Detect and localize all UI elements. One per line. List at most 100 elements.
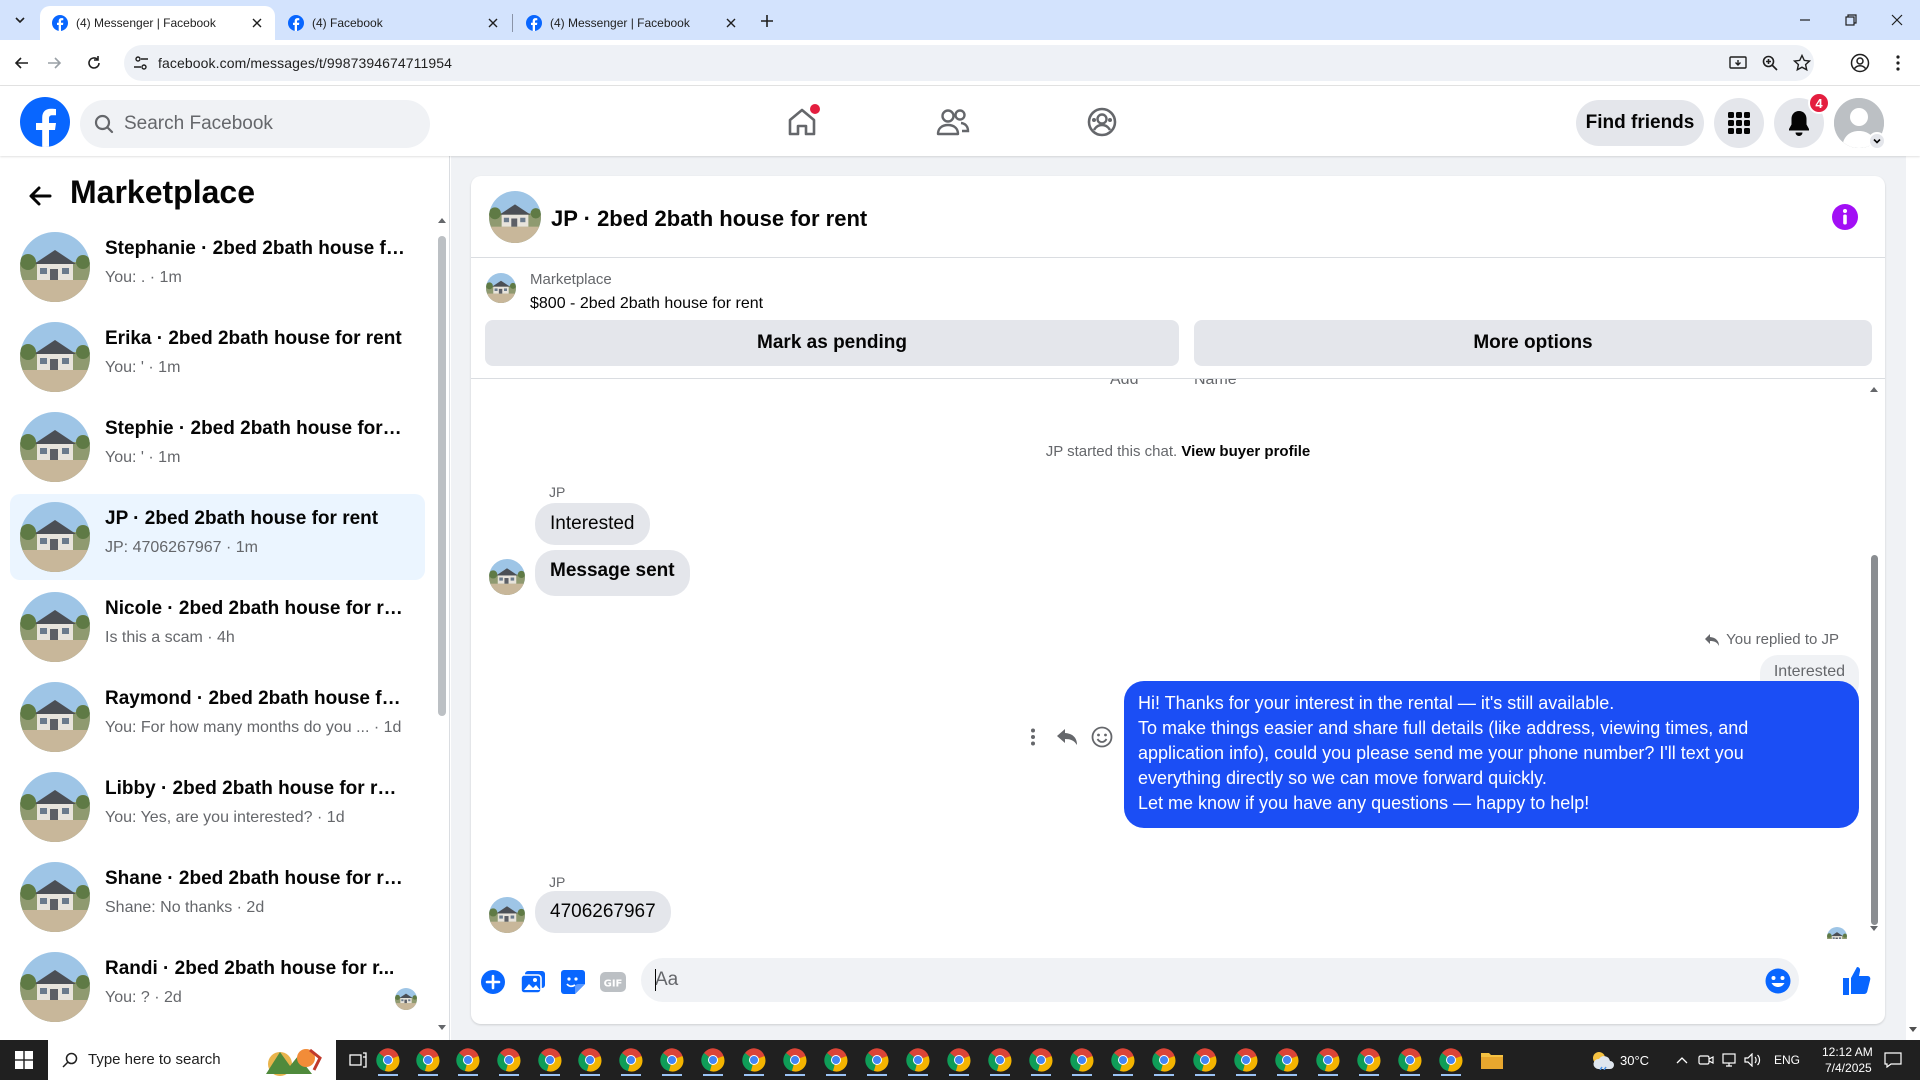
chrome-taskbar-icon[interactable] (370, 1044, 406, 1076)
minimize-window-button[interactable] (1782, 0, 1828, 40)
clock-time[interactable]: 12:12 AM (1822, 1045, 1873, 1059)
network-icon[interactable] (1720, 1053, 1738, 1067)
close-window-button[interactable] (1874, 0, 1920, 40)
nav-home[interactable] (747, 96, 857, 148)
find-friends-button[interactable]: Find friends (1576, 100, 1704, 146)
chrome-taskbar-icon[interactable] (695, 1044, 731, 1076)
clock-date[interactable]: 7/4/2025 (1825, 1061, 1872, 1075)
chrome-taskbar-icon[interactable] (1064, 1044, 1100, 1076)
chrome-taskbar-icon[interactable] (1228, 1044, 1264, 1076)
chrome-taskbar-icon[interactable] (654, 1044, 690, 1076)
chrome-taskbar-icon[interactable] (1351, 1044, 1387, 1076)
volume-icon[interactable] (1744, 1053, 1762, 1067)
message-reply-button[interactable] (1053, 723, 1081, 751)
gif-button[interactable]: GIF (599, 968, 627, 996)
nav-groups[interactable] (1047, 96, 1157, 148)
facebook-search-input[interactable] (124, 100, 414, 148)
zoom-icon[interactable] (1760, 53, 1780, 73)
conversation-item[interactable]: Stephanie · 2bed 2bath house fo... You: .… (10, 224, 425, 310)
chrome-taskbar-icon[interactable] (1433, 1044, 1469, 1076)
browser-tab-facebook[interactable]: (4) Facebook (276, 6, 511, 40)
conversation-item[interactable]: Stephie · 2bed 2bath house for r... You: … (10, 404, 425, 490)
reload-button[interactable] (80, 49, 108, 77)
chrome-taskbar-icon[interactable] (491, 1044, 527, 1076)
meet-now-icon[interactable] (1698, 1053, 1714, 1067)
incoming-message[interactable]: Interested (535, 503, 650, 545)
start-button[interactable] (0, 1040, 48, 1080)
profile-button[interactable] (1846, 49, 1874, 77)
sender-avatar[interactable] (489, 897, 525, 933)
language-indicator[interactable]: ENG (1774, 1053, 1800, 1067)
conversation-item[interactable]: Erika · 2bed 2bath house for rent You: ' … (10, 314, 425, 400)
chrome-taskbar-icon[interactable] (1269, 1044, 1305, 1076)
listing-price-title[interactable]: $800 - 2bed 2bath house for rent (530, 295, 763, 313)
chrome-taskbar-icon[interactable] (900, 1044, 936, 1076)
tab-search-button[interactable] (8, 8, 32, 32)
chrome-taskbar-icon[interactable] (532, 1044, 568, 1076)
chrome-taskbar-icon[interactable] (1023, 1044, 1059, 1076)
new-tab-button[interactable] (755, 9, 779, 33)
chrome-taskbar-icon[interactable] (450, 1044, 486, 1076)
chrome-taskbar-icon[interactable] (572, 1044, 608, 1076)
emoji-icon[interactable] (1764, 967, 1792, 995)
taskbar-search[interactable]: Type here to search (48, 1040, 336, 1080)
chrome-taskbar-icon[interactable] (982, 1044, 1018, 1076)
account-menu-chevron[interactable] (1868, 132, 1886, 150)
conversation-item[interactable]: Nicole · 2bed 2bath house for rent Is thi… (10, 584, 425, 670)
chrome-taskbar-icon[interactable] (818, 1044, 854, 1076)
message-more-button[interactable] (1019, 723, 1047, 751)
chrome-taskbar-icon[interactable] (941, 1044, 977, 1076)
address-bar[interactable]: facebook.com/messages/t/9987394674711954 (124, 45, 1814, 81)
sender-avatar[interactable] (489, 559, 525, 595)
notifications-button[interactable]: 4 (1774, 92, 1830, 148)
facebook-logo[interactable] (20, 97, 70, 147)
attach-photo-button[interactable] (519, 968, 547, 996)
mark-as-pending-button[interactable]: Mark as pending (485, 320, 1179, 366)
sticker-button[interactable] (559, 968, 587, 996)
menu-button[interactable] (1714, 98, 1764, 148)
incoming-message[interactable]: Message sent (535, 550, 690, 596)
browser-tab-messenger[interactable]: (4) Messenger | Facebook (40, 6, 275, 40)
incoming-message[interactable]: 4706267967 (535, 891, 671, 933)
browser-tab-messenger-2[interactable]: (4) Messenger | Facebook (514, 6, 749, 40)
back-button[interactable] (22, 178, 58, 214)
chat-avatar[interactable] (489, 191, 541, 243)
forward-button[interactable] (40, 49, 68, 77)
bookmark-star-icon[interactable] (1792, 53, 1812, 73)
chrome-taskbar-icon[interactable] (1187, 1044, 1223, 1076)
browser-menu-button[interactable] (1884, 49, 1912, 77)
conversation-item[interactable]: Randi · 2bed 2bath house for r... You: ? … (10, 944, 425, 1030)
chrome-taskbar-icon[interactable] (859, 1044, 895, 1076)
chrome-taskbar-icon[interactable] (777, 1044, 813, 1076)
listing-thumbnail[interactable] (486, 273, 516, 303)
message-react-button[interactable] (1088, 723, 1116, 751)
close-tab-icon[interactable] (249, 15, 265, 31)
file-explorer-taskbar-icon[interactable] (1474, 1044, 1510, 1076)
restore-window-button[interactable] (1828, 0, 1874, 40)
thumbs-up-icon[interactable] (1841, 965, 1873, 997)
chrome-taskbar-icon[interactable] (1105, 1044, 1141, 1076)
conversation-item[interactable]: Raymond · 2bed 2bath house for... You: Fo… (10, 674, 425, 760)
chat-title[interactable]: JP · 2bed 2bath house for rent (551, 206, 867, 232)
chrome-taskbar-icon[interactable] (613, 1044, 649, 1076)
sidebar-scroll-thumb[interactable] (438, 236, 446, 716)
close-tab-icon[interactable] (723, 15, 739, 31)
chrome-taskbar-icon[interactable] (1146, 1044, 1182, 1076)
install-app-icon[interactable] (1728, 53, 1748, 73)
page-scrollbar[interactable] (1906, 86, 1920, 1040)
nav-friends[interactable] (898, 96, 1008, 148)
temperature-text[interactable]: 30°C (1620, 1053, 1649, 1068)
info-icon[interactable] (1831, 203, 1859, 231)
weather-icon[interactable] (1590, 1050, 1616, 1070)
chrome-taskbar-icon[interactable] (736, 1044, 772, 1076)
view-buyer-profile-link[interactable]: View buyer profile (1181, 443, 1310, 460)
message-input[interactable] (641, 958, 1799, 1002)
outgoing-message[interactable]: Hi! Thanks for your interest in the rent… (1124, 681, 1859, 828)
message-scroll-thumb[interactable] (1871, 555, 1878, 925)
conversation-item[interactable]: Libby · 2bed 2bath house for rent You: Ye… (10, 764, 425, 850)
more-options-button[interactable]: More options (1194, 320, 1872, 366)
more-actions-button[interactable] (479, 968, 507, 996)
notifications-center-icon[interactable] (1884, 1052, 1902, 1068)
chrome-taskbar-icon[interactable] (1392, 1044, 1428, 1076)
conversation-item[interactable]: Shane · 2bed 2bath house for rent Shane: … (10, 854, 425, 940)
